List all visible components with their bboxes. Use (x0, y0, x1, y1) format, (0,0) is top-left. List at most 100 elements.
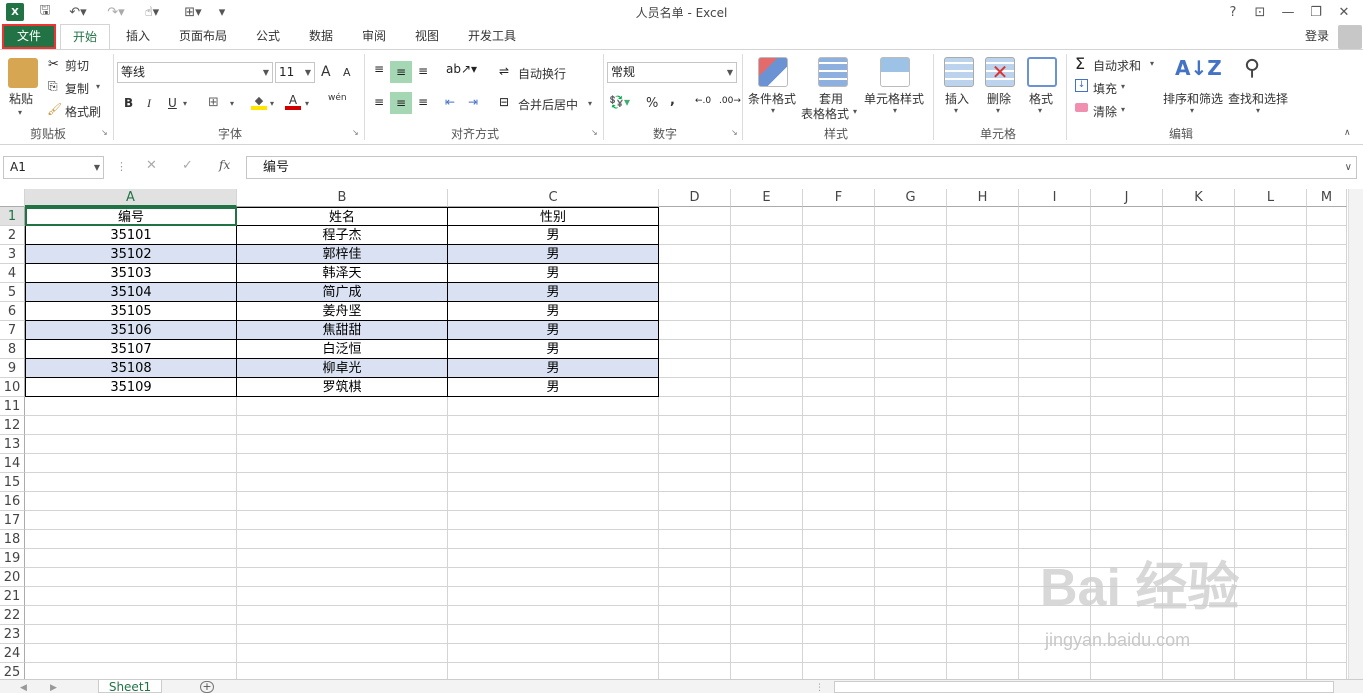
cell[interactable] (731, 435, 803, 454)
cell[interactable] (947, 473, 1019, 492)
cell[interactable] (947, 492, 1019, 511)
cell[interactable] (1019, 663, 1091, 679)
cell[interactable] (1163, 473, 1235, 492)
table-cell[interactable]: 简广成 (237, 283, 448, 302)
cell[interactable] (1163, 511, 1235, 530)
cell[interactable] (875, 530, 947, 549)
ribbon-display-icon[interactable]: ⊡ (1252, 3, 1268, 21)
underline-button[interactable]: U (168, 96, 177, 110)
cell[interactable] (25, 492, 237, 511)
cell[interactable] (947, 321, 1019, 340)
cell[interactable] (659, 397, 731, 416)
shrink-font-button[interactable]: A (343, 66, 351, 79)
merge-dropdown-icon[interactable]: ▾ (588, 99, 592, 108)
tab-file[interactable]: 文件 (2, 24, 56, 49)
active-cell[interactable]: 编号 (25, 207, 237, 226)
tab-formulas[interactable]: 公式 (248, 24, 288, 49)
cell[interactable] (1307, 473, 1347, 492)
copy-dropdown-icon[interactable]: ▾ (96, 82, 100, 91)
cell[interactable] (731, 302, 803, 321)
cell[interactable] (875, 359, 947, 378)
merge-center-button[interactable]: 合并后居中 (518, 96, 578, 113)
column-header-i[interactable]: I (1019, 189, 1091, 207)
cell[interactable] (448, 663, 659, 679)
cell[interactable] (803, 568, 875, 587)
cell[interactable] (731, 226, 803, 245)
cell[interactable] (1019, 340, 1091, 359)
cell[interactable] (803, 283, 875, 302)
cell[interactable] (659, 416, 731, 435)
cell[interactable] (448, 492, 659, 511)
row-header[interactable]: 23 (0, 625, 25, 644)
cell[interactable] (1307, 606, 1347, 625)
cell[interactable] (803, 340, 875, 359)
bold-button[interactable]: B (124, 96, 133, 110)
cell[interactable] (1307, 245, 1347, 264)
cell[interactable] (875, 397, 947, 416)
cell[interactable] (1019, 321, 1091, 340)
cell[interactable] (1163, 226, 1235, 245)
table-cell[interactable]: 男 (448, 340, 659, 359)
cell[interactable] (659, 435, 731, 454)
clipboard-launcher-icon[interactable]: ↘ (101, 128, 108, 137)
cell[interactable] (1307, 397, 1347, 416)
cell[interactable] (659, 264, 731, 283)
table-cell[interactable]: 焦甜甜 (237, 321, 448, 340)
cell[interactable] (1235, 321, 1307, 340)
row-header[interactable]: 8 (0, 340, 25, 359)
cell[interactable] (25, 435, 237, 454)
binoculars-icon[interactable]: ⚲ (1244, 56, 1260, 81)
cell[interactable] (875, 549, 947, 568)
cell[interactable] (237, 511, 448, 530)
paste-dropdown-icon[interactable]: ▾ (18, 108, 22, 117)
italic-button[interactable]: I (147, 96, 151, 111)
cell[interactable] (1163, 264, 1235, 283)
table-cell[interactable]: 程子杰 (237, 226, 448, 245)
cell[interactable] (1163, 321, 1235, 340)
cell[interactable] (659, 492, 731, 511)
cell[interactable] (659, 321, 731, 340)
cell[interactable] (1163, 283, 1235, 302)
cell[interactable] (731, 511, 803, 530)
expand-formula-icon[interactable]: ∨ (1345, 157, 1352, 178)
cell[interactable] (803, 492, 875, 511)
cell[interactable] (731, 321, 803, 340)
cell[interactable] (1091, 378, 1163, 397)
cell[interactable] (1235, 625, 1307, 644)
row-header[interactable]: 2 (0, 226, 25, 245)
cell[interactable] (1163, 378, 1235, 397)
chevron-down-icon[interactable]: ▾ (954, 106, 958, 115)
cell[interactable] (1235, 549, 1307, 568)
vertical-scrollbar[interactable] (1348, 189, 1363, 679)
cell[interactable] (875, 625, 947, 644)
cell[interactable] (1307, 454, 1347, 473)
cell[interactable] (731, 606, 803, 625)
chevron-down-icon[interactable]: ▾ (1038, 106, 1042, 115)
column-header-d[interactable]: D (659, 189, 731, 207)
cell[interactable] (1235, 397, 1307, 416)
cell[interactable] (659, 511, 731, 530)
cell[interactable] (1307, 321, 1347, 340)
cell[interactable] (1307, 492, 1347, 511)
cell[interactable] (947, 397, 1019, 416)
cell[interactable] (1235, 473, 1307, 492)
column-header-b[interactable]: B (237, 189, 448, 207)
cell[interactable] (25, 454, 237, 473)
cell[interactable] (947, 302, 1019, 321)
format-as-table-button[interactable]: 表格格式 (801, 105, 849, 122)
cell[interactable] (803, 454, 875, 473)
cell[interactable] (947, 264, 1019, 283)
cell[interactable] (803, 435, 875, 454)
cell[interactable] (731, 454, 803, 473)
column-header-k[interactable]: K (1163, 189, 1235, 207)
cell[interactable] (875, 302, 947, 321)
cell[interactable] (448, 644, 659, 663)
font-name-combo[interactable]: 等线 ▼ (117, 62, 273, 83)
cell[interactable] (1235, 302, 1307, 321)
tab-developer[interactable]: 开发工具 (460, 24, 524, 49)
chevron-down-icon[interactable]: ▾ (771, 106, 775, 115)
cell[interactable] (731, 359, 803, 378)
cell[interactable] (25, 663, 237, 679)
cell[interactable] (1307, 625, 1347, 644)
table-header-cell[interactable]: 性别 (448, 207, 659, 226)
